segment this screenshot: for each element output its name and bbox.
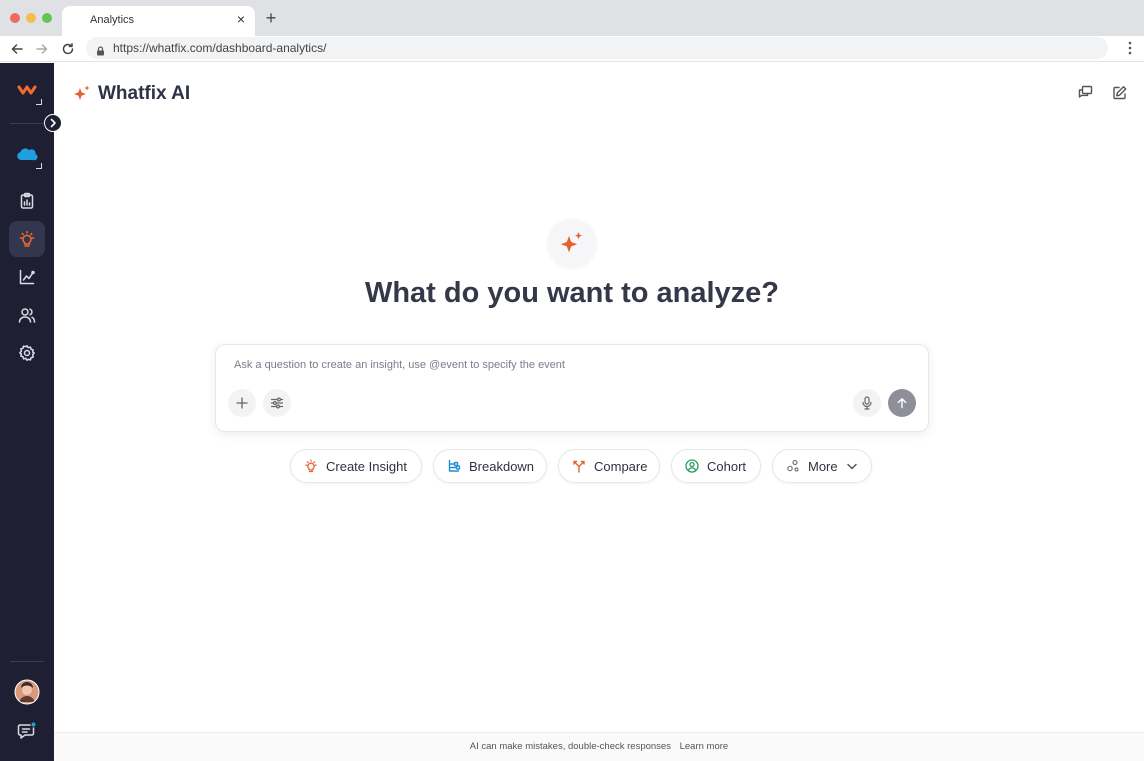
address-bar: https://whatfix.com/dashboard-analytics/ [0, 36, 1144, 62]
history-icon[interactable] [1076, 84, 1094, 102]
learn-more-link[interactable]: Learn more [680, 741, 729, 752]
corner-marker [36, 163, 42, 169]
chip-label: Compare [594, 458, 648, 474]
filter-settings-button[interactable] [263, 389, 291, 417]
hierarchy-icon [448, 459, 461, 472]
sparkle-icon [72, 84, 92, 109]
sidebar-divider [10, 661, 44, 662]
chip-more[interactable]: More [772, 449, 872, 483]
arrow-up-icon [897, 398, 907, 409]
user-circle-icon [685, 459, 699, 473]
clipboard-chart-icon[interactable] [9, 183, 45, 219]
fork-icon [573, 460, 585, 473]
browser-tab[interactable]: Analytics × [62, 6, 255, 36]
window-zoom-dot[interactable] [42, 13, 52, 23]
browser-tab-strip: Analytics × + [0, 0, 1144, 36]
back-arrow-icon[interactable] [8, 40, 26, 58]
hero-title: What do you want to analyze? [364, 277, 780, 309]
microphone-icon [862, 396, 872, 410]
url-text: https://whatfix.com/dashboard-analytics/ [113, 41, 327, 55]
prompt-composer [215, 344, 929, 432]
new-tab-icon[interactable]: + [262, 9, 280, 27]
corner-marker [36, 99, 42, 105]
disclaimer-text: AI can make mistakes, double-check respo… [469, 741, 671, 752]
chip-compare[interactable]: Compare [558, 449, 660, 483]
avatar[interactable] [9, 674, 45, 710]
omnibox[interactable]: https://whatfix.com/dashboard-analytics/ [86, 37, 1108, 59]
sliders-icon [270, 397, 284, 409]
gear-icon[interactable] [9, 335, 45, 371]
salesforce-cloud-icon[interactable] [9, 136, 45, 172]
chip-label: Cohort [707, 458, 747, 474]
send-button[interactable] [888, 389, 916, 417]
chip-label: Breakdown [469, 458, 535, 474]
footer-disclaimer: AI can make mistakes, double-check respo… [54, 732, 1144, 761]
sidebar-expand-button[interactable] [44, 114, 62, 132]
page-title: Whatfix AI [98, 83, 191, 104]
chat-icon[interactable] [9, 713, 45, 749]
browser-menu-icon[interactable] [1128, 41, 1132, 60]
whatfix-logo-icon[interactable] [9, 72, 45, 108]
sidebar [0, 63, 54, 761]
sparkle-badge [548, 219, 596, 267]
window-close-dot[interactable] [10, 13, 20, 23]
edit-icon[interactable] [1111, 84, 1129, 102]
suggestion-chips: Create Insight Breakdown Compare Cohort … [0, 449, 1144, 483]
prompt-input[interactable] [234, 357, 834, 373]
chevron-down-icon [846, 463, 857, 469]
lock-icon [96, 43, 105, 61]
plus-icon [236, 397, 248, 409]
lightbulb-icon[interactable] [9, 221, 45, 257]
tab-title: Analytics [90, 14, 135, 26]
sidebar-divider [10, 123, 44, 124]
lightbulb-icon [305, 459, 317, 473]
chip-label: More [808, 458, 838, 474]
chip-label: Create Insight [326, 458, 407, 474]
dots-icon [787, 459, 799, 472]
window-minimize-dot[interactable] [26, 13, 36, 23]
reload-icon[interactable] [59, 40, 77, 58]
chip-cohort[interactable]: Cohort [671, 449, 761, 483]
chip-breakdown[interactable]: Breakdown [433, 449, 547, 483]
add-attachment-button[interactable] [228, 389, 256, 417]
sparkle-icon [560, 232, 583, 253]
chevron-right-icon [50, 118, 56, 128]
microphone-button[interactable] [853, 389, 881, 417]
forward-arrow-icon[interactable] [33, 40, 51, 58]
tab-close-icon[interactable]: × [237, 12, 245, 26]
chip-create-insight[interactable]: Create Insight [290, 449, 422, 483]
